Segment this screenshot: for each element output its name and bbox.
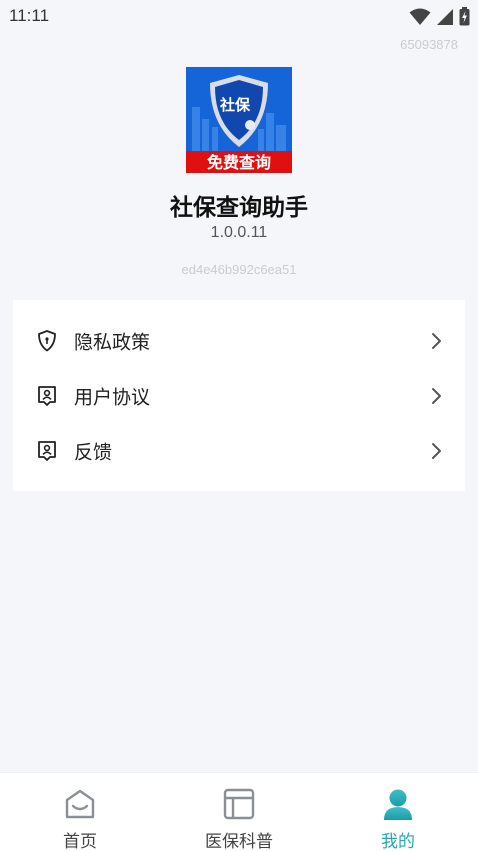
logo-top-text: 社保 bbox=[219, 96, 251, 114]
device-id: 65093878 bbox=[400, 37, 458, 52]
nav-label: 首页 bbox=[63, 832, 97, 851]
chevron-right-icon bbox=[432, 442, 441, 459]
app-logo: 社保 免费查询 bbox=[186, 67, 292, 173]
menu-item-label: 反馈 bbox=[74, 441, 113, 463]
feedback-icon bbox=[38, 440, 56, 461]
chevron-right-icon bbox=[432, 387, 441, 404]
nav-label: 我的 bbox=[381, 832, 415, 851]
status-bar: 11:11 bbox=[0, 0, 478, 32]
nav-item-mine[interactable]: 我的 bbox=[338, 773, 458, 851]
wifi-icon bbox=[409, 8, 431, 25]
app-version: 1.0.0.11 bbox=[210, 224, 268, 241]
menu-item-label: 用户协议 bbox=[74, 386, 151, 408]
nav-item-home[interactable]: 首页 bbox=[20, 773, 140, 851]
book-icon bbox=[223, 788, 255, 820]
status-icons bbox=[409, 7, 470, 26]
menu-item-label: 隐私政策 bbox=[74, 331, 151, 353]
bottom-nav: 首页 医保科普 我的 bbox=[0, 772, 478, 851]
chevron-right-icon bbox=[432, 332, 441, 349]
battery-icon bbox=[459, 7, 470, 26]
shield-icon bbox=[38, 329, 56, 351]
cellular-signal-icon bbox=[437, 8, 453, 25]
app-name: 社保查询助手 bbox=[170, 195, 308, 221]
nav-item-medical-insurance-science[interactable]: 医保科普 bbox=[179, 773, 299, 851]
menu-item-feedback[interactable]: 反馈 bbox=[13, 423, 465, 478]
logo-banner-text: 免费查询 bbox=[207, 153, 271, 172]
status-time: 11:11 bbox=[9, 6, 50, 25]
app-hash: ed4e46b992c6ea51 bbox=[181, 262, 297, 277]
nav-label: 医保科普 bbox=[205, 832, 273, 851]
menu-item-user-agreement[interactable]: 用户协议 bbox=[13, 368, 465, 423]
home-icon bbox=[65, 789, 95, 819]
menu-item-privacy-policy[interactable]: 隐私政策 bbox=[13, 313, 465, 368]
document-icon bbox=[38, 385, 56, 406]
user-icon bbox=[384, 789, 412, 820]
menu-card: 隐私政策 用户协议 反馈 bbox=[13, 300, 465, 491]
